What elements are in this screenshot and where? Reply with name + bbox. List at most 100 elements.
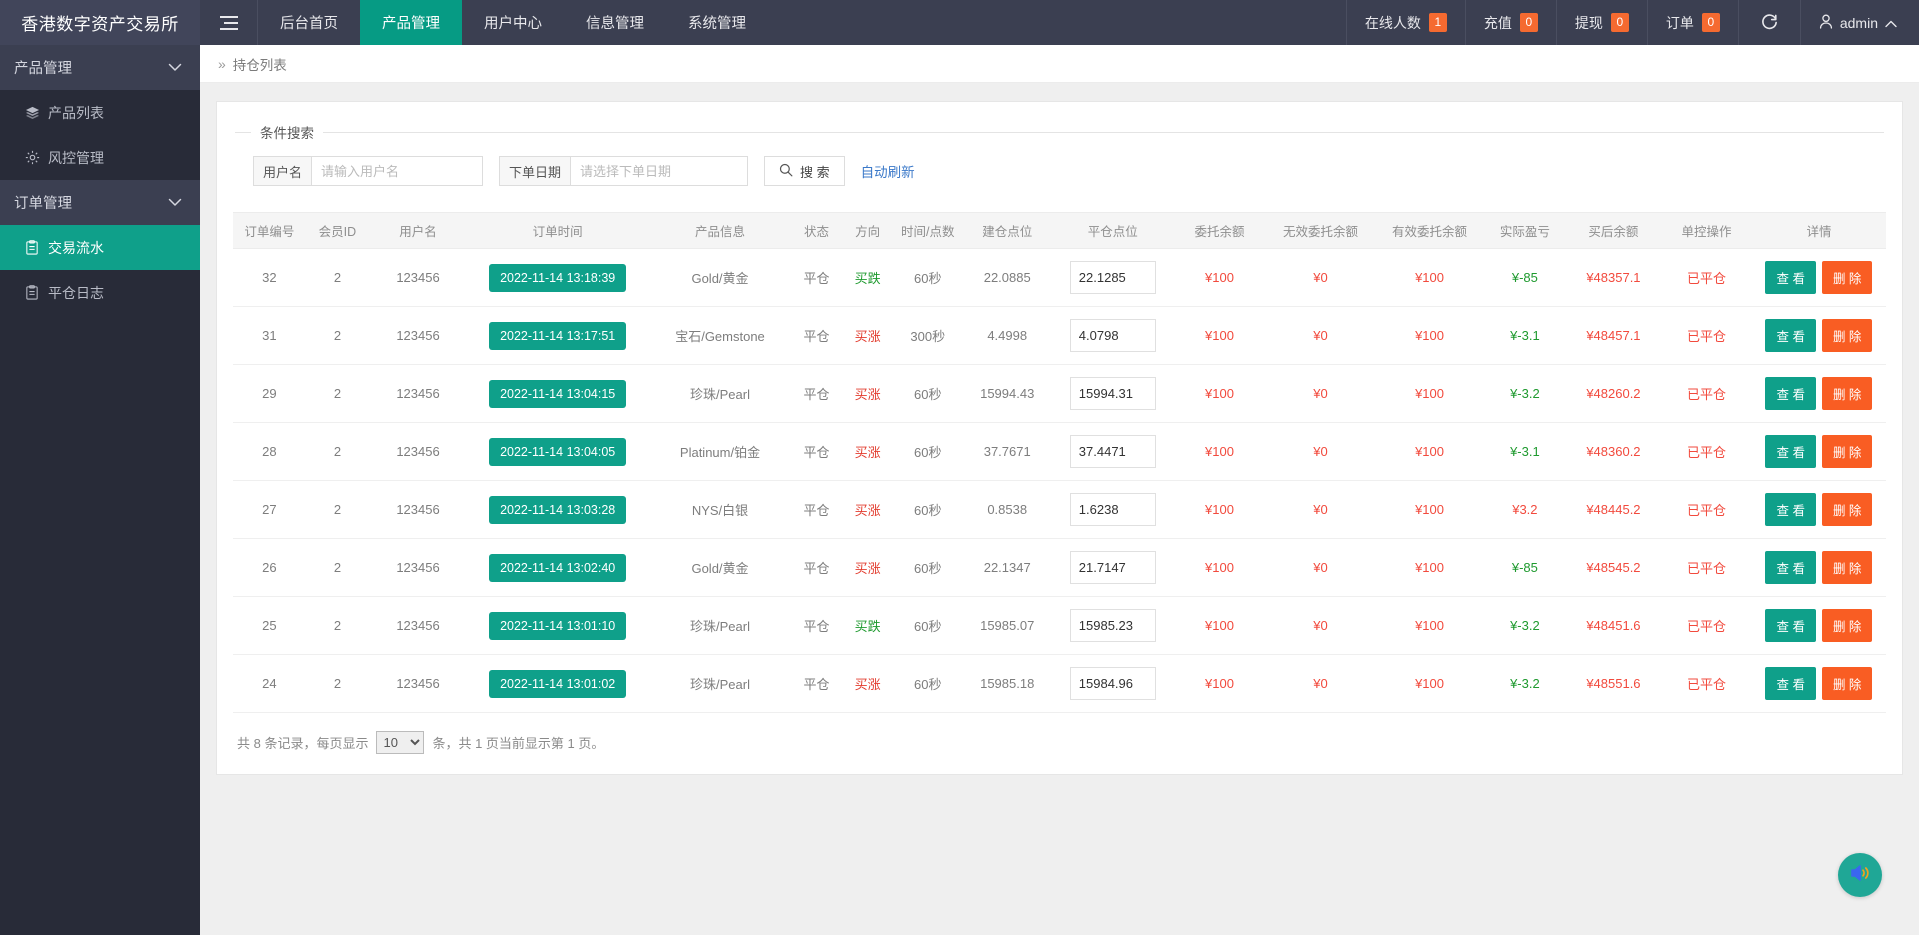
search-username-input[interactable]	[311, 156, 483, 186]
invalid-entrust-value: ¥0	[1313, 676, 1327, 691]
close-price-input[interactable]	[1070, 319, 1156, 352]
cell-member-id: 2	[306, 655, 370, 713]
view-button[interactable]: 查 看	[1765, 261, 1815, 294]
cell-open-price: 4.4998	[962, 307, 1053, 365]
cell-entrust-balance: ¥100	[1173, 597, 1266, 655]
cell-profit: ¥-3.1	[1484, 423, 1566, 481]
delete-button[interactable]: 删 除	[1822, 493, 1872, 526]
cell-invalid-entrust: ¥0	[1266, 307, 1375, 365]
cell-direction: 买涨	[841, 307, 893, 365]
positions-table: 订单编号 会员ID 用户名 订单时间 产品信息 状态 方向 时间/点数 建仓点位…	[233, 212, 1886, 713]
sidebar-item-transaction-flow[interactable]: 交易流水	[0, 225, 200, 270]
view-button[interactable]: 查 看	[1765, 551, 1815, 584]
search-order-date-input[interactable]	[570, 156, 748, 186]
page-size-select[interactable]: 102050100	[376, 731, 424, 754]
top-navbar: 香港数字资产交易所 后台首页 产品管理 用户中心 信息管理 系统管理 在线人数 …	[0, 0, 1919, 45]
sidebar-item-close-position-log[interactable]: 平仓日志	[0, 270, 200, 315]
stat-recharge[interactable]: 充值 0	[1465, 0, 1556, 45]
cell-profit: ¥3.2	[1484, 481, 1566, 539]
stat-orders-badge: 0	[1702, 13, 1720, 32]
invalid-entrust-value: ¥0	[1313, 502, 1327, 517]
sidebar-item-product-list[interactable]: 产品列表	[0, 90, 200, 135]
view-button[interactable]: 查 看	[1765, 609, 1815, 642]
view-button[interactable]: 查 看	[1765, 493, 1815, 526]
delete-button[interactable]: 删 除	[1822, 261, 1872, 294]
sidebar-group-product-management[interactable]: 产品管理	[0, 45, 200, 90]
cell-invalid-entrust: ¥0	[1266, 423, 1375, 481]
view-button[interactable]: 查 看	[1765, 377, 1815, 410]
profit-value: ¥-3.2	[1510, 618, 1540, 633]
cell-product: NYS/白银	[648, 481, 791, 539]
stat-orders[interactable]: 订单 0	[1647, 0, 1738, 45]
clipboard-icon	[24, 285, 40, 300]
cell-open-price: 37.7671	[962, 423, 1053, 481]
view-button[interactable]: 查 看	[1765, 319, 1815, 352]
table-header: 订单编号 会员ID 用户名 订单时间 产品信息 状态 方向 时间/点数 建仓点位…	[233, 213, 1886, 249]
view-button[interactable]: 查 看	[1765, 435, 1815, 468]
cell-duration: 60秒	[894, 481, 962, 539]
sidebar-item-risk-management[interactable]: 风控管理	[0, 135, 200, 180]
cell-detail: 查 看删 除	[1752, 539, 1886, 597]
stat-withdraw[interactable]: 提现 0	[1556, 0, 1647, 45]
balance-after-value: ¥48545.2	[1586, 560, 1640, 575]
control-status: 已平仓	[1687, 445, 1726, 460]
view-button[interactable]: 查 看	[1765, 667, 1815, 700]
search-panel-legend: 条件搜索	[251, 122, 323, 142]
nav-item-user-center[interactable]: 用户中心	[462, 0, 564, 45]
sidebar-group-order-management[interactable]: 订单管理	[0, 180, 200, 225]
delete-button[interactable]: 删 除	[1822, 551, 1872, 584]
cell-control: 已平仓	[1661, 365, 1752, 423]
cell-close-price	[1053, 423, 1173, 481]
cell-username: 123456	[369, 423, 467, 481]
order-time-pill: 2022-11-14 13:17:51	[489, 322, 626, 350]
close-price-input[interactable]	[1070, 261, 1156, 294]
direction-label: 买涨	[855, 329, 881, 344]
close-price-input[interactable]	[1070, 435, 1156, 468]
delete-button[interactable]: 删 除	[1822, 667, 1872, 700]
gear-icon	[24, 150, 40, 165]
nav-item-product-management[interactable]: 产品管理	[360, 0, 462, 45]
nav-item-dashboard[interactable]: 后台首页	[258, 0, 360, 45]
close-price-input[interactable]	[1070, 493, 1156, 526]
delete-button[interactable]: 删 除	[1822, 377, 1872, 410]
nav-item-system-management[interactable]: 系统管理	[666, 0, 768, 45]
refresh-icon[interactable]	[1738, 0, 1800, 45]
delete-button[interactable]: 删 除	[1822, 609, 1872, 642]
col-control: 单控操作	[1661, 213, 1752, 249]
sound-toggle-button[interactable]	[1838, 853, 1882, 897]
valid-entrust-value: ¥100	[1415, 560, 1444, 575]
cell-status: 平仓	[792, 307, 842, 365]
cell-duration: 60秒	[894, 597, 962, 655]
cell-direction: 买涨	[841, 655, 893, 713]
auto-refresh-link[interactable]: 自动刷新	[861, 161, 915, 181]
cell-valid-entrust: ¥100	[1375, 307, 1484, 365]
cell-open-price: 0.8538	[962, 481, 1053, 539]
col-balance-after: 买后余额	[1566, 213, 1661, 249]
col-valid-entrust: 有效委托余额	[1375, 213, 1484, 249]
breadcrumb: » 持仓列表	[200, 45, 1919, 83]
sidebar-group-order-management-label: 订单管理	[14, 192, 72, 213]
table-row: 2921234562022-11-14 13:04:15珍珠/Pearl平仓买涨…	[233, 365, 1886, 423]
user-menu[interactable]: admin	[1800, 0, 1919, 45]
close-price-input[interactable]	[1070, 377, 1156, 410]
delete-button[interactable]: 删 除	[1822, 319, 1872, 352]
close-price-input[interactable]	[1070, 667, 1156, 700]
search-button[interactable]: 搜 索	[764, 156, 845, 186]
cell-order-id: 28	[233, 423, 306, 481]
direction-label: 买涨	[855, 445, 881, 460]
stat-online-users[interactable]: 在线人数 1	[1346, 0, 1465, 45]
balance-after-value: ¥48551.6	[1586, 676, 1640, 691]
control-status: 已平仓	[1687, 503, 1726, 518]
close-price-input[interactable]	[1070, 551, 1156, 584]
cell-entrust-balance: ¥100	[1173, 423, 1266, 481]
close-price-input[interactable]	[1070, 609, 1156, 642]
order-time-pill: 2022-11-14 13:02:40	[489, 554, 626, 582]
cell-order-id: 27	[233, 481, 306, 539]
cell-direction: 买涨	[841, 481, 893, 539]
cell-invalid-entrust: ¥0	[1266, 655, 1375, 713]
delete-button[interactable]: 删 除	[1822, 435, 1872, 468]
hamburger-icon[interactable]	[200, 0, 258, 45]
cell-control: 已平仓	[1661, 655, 1752, 713]
nav-item-info-management[interactable]: 信息管理	[564, 0, 666, 45]
entrust-balance-value: ¥100	[1205, 270, 1234, 285]
